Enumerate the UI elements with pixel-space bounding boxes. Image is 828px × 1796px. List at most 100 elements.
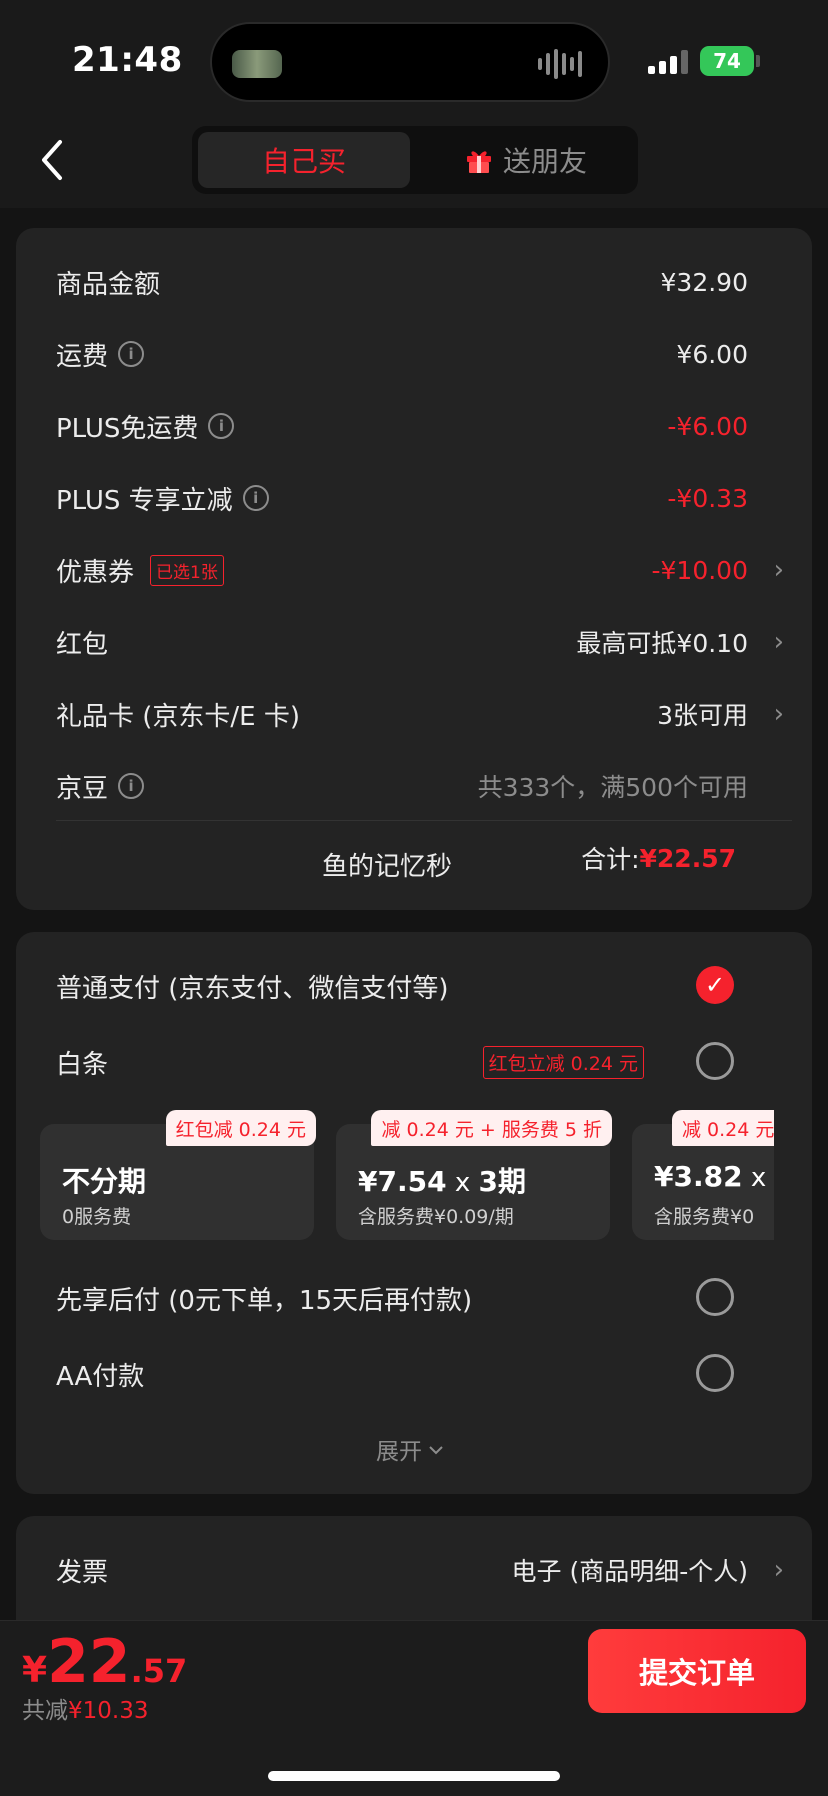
price-integer: 22: [47, 1627, 131, 1697]
pay-later-row[interactable]: 先享后付 (0元下单，15天后再付款): [56, 1278, 784, 1318]
battery-tip: [756, 55, 760, 67]
audio-wave-icon: [538, 48, 586, 80]
installment-plan-option[interactable]: 减 0.24 元 + 服务费 5 折 ¥7.54 x 3期 含服务费¥0.09/…: [336, 1110, 612, 1240]
red-packet-value: 最高可抵¥0.10: [576, 629, 748, 658]
price-currency: ¥: [22, 1650, 48, 1691]
shop-name: 鱼的记忆秒: [322, 852, 453, 882]
battery-icon: 74: [700, 46, 754, 76]
red-packet-label: 红包: [56, 629, 109, 660]
plan-title: ¥3.82 x: [654, 1160, 766, 1193]
invoice-row[interactable]: 发票 电子 (商品明细-个人) ›: [56, 1550, 784, 1590]
plus-discount-row: PLUS 专享立减 i -¥0.33: [56, 478, 784, 518]
final-price: ¥22.57: [22, 1627, 187, 1697]
info-icon[interactable]: i: [242, 485, 269, 511]
back-arrow-icon[interactable]: [40, 138, 80, 184]
gift-card-row[interactable]: 礼品卡 (京东卡/E 卡) 3张可用 ›: [56, 694, 784, 734]
plus-free-shipping-row: PLUS免运费 i -¥6.00: [56, 406, 784, 446]
divider: [56, 820, 792, 821]
plan-amount: ¥7.54: [358, 1165, 447, 1198]
dynamic-island: [210, 22, 610, 102]
coupon-value: -¥10.00: [651, 555, 749, 585]
expand-label: 展开: [376, 1439, 422, 1465]
plan-multiplier: x: [742, 1163, 767, 1193]
checkmark-icon[interactable]: ✓: [696, 966, 734, 1004]
plan-title: ¥7.54 x 3期: [358, 1160, 526, 1200]
shipping-label: 运费: [56, 341, 109, 372]
home-indicator[interactable]: [268, 1771, 560, 1781]
purchase-mode-switch: 自己买 送朋友: [192, 126, 638, 194]
price-decimal: .57: [130, 1652, 188, 1690]
red-packet-row[interactable]: 红包 最高可抵¥0.10 ›: [56, 622, 784, 662]
plus-discount-value: -¥0.33: [667, 483, 748, 513]
plus-free-shipping-value: -¥6.00: [667, 411, 748, 441]
top-nav: 自己买 送朋友: [0, 118, 828, 208]
total-label: 合计:: [581, 845, 640, 874]
checkout-bar: ¥22.57 共减¥10.33 提交订单: [0, 1620, 828, 1796]
chevron-right-icon: ›: [773, 699, 784, 729]
total-saved: 共减¥10.33: [22, 1691, 148, 1725]
submit-order-button[interactable]: 提交订单: [588, 1629, 806, 1713]
installment-plan-list[interactable]: 红包减 0.24 元 不分期 0服务费 减 0.24 元 + 服务费 5 折 ¥…: [40, 1106, 774, 1240]
chevron-right-icon: ›: [773, 627, 784, 657]
plan-fee: 含服务费¥0: [654, 1206, 755, 1228]
status-bar: 21:48 74: [0, 0, 828, 118]
coupon-selected-tag: 已选1张: [150, 554, 224, 586]
pay-later-radio[interactable]: [696, 1278, 734, 1316]
plan-promo-badge: 减 0.24 元 + 服务费 5 折: [371, 1110, 612, 1146]
signal-icon: [648, 50, 688, 74]
installment-plan-option[interactable]: 减 0.24 元 ¥3.82 x 含服务费¥0: [632, 1110, 774, 1240]
tab-buy-for-self[interactable]: 自己买: [198, 132, 410, 188]
goods-amount-value: ¥32.90: [660, 267, 748, 297]
aa-payment-label: AA付款: [56, 1361, 145, 1392]
plus-discount-label: PLUS 专享立减: [56, 485, 233, 516]
info-icon[interactable]: i: [118, 773, 145, 799]
plan-title: 不分期: [62, 1165, 147, 1198]
invoice-label: 发票: [56, 1557, 109, 1588]
coupon-row[interactable]: 优惠券 已选1张 -¥10.00 ›: [56, 550, 784, 590]
baitiao-radio[interactable]: [696, 1042, 734, 1080]
jd-beans-row: 京豆 i 共333个，满500个可用: [56, 766, 784, 806]
goods-amount-label: 商品金额: [56, 269, 161, 300]
aa-payment-radio[interactable]: [696, 1354, 734, 1392]
aa-payment-row[interactable]: AA付款: [56, 1354, 784, 1394]
normal-payment-row[interactable]: 普通支付 (京东支付、微信支付等): [56, 966, 784, 1006]
total-value: ¥22.57: [639, 843, 736, 873]
shipping-row: 运费 i ¥6.00: [56, 334, 784, 374]
total-row: 合计: ¥22.57: [581, 840, 736, 876]
battery-level: 74: [713, 49, 741, 73]
normal-payment-label: 普通支付 (京东支付、微信支付等): [56, 973, 449, 1004]
gift-card-label: 礼品卡 (京东卡/E 卡): [56, 701, 301, 732]
coupon-label: 优惠券: [56, 557, 135, 588]
plan-fee: 0服务费: [62, 1206, 132, 1228]
plus-free-shipping-label: PLUS免运费: [56, 413, 199, 444]
info-icon[interactable]: i: [208, 413, 235, 439]
installment-plan-option[interactable]: 红包减 0.24 元 不分期 0服务费: [40, 1110, 316, 1240]
shipping-value: ¥6.00: [676, 339, 748, 369]
gift-icon: [465, 146, 493, 174]
saved-label: 共减: [22, 1698, 68, 1724]
jd-beans-value: 共333个，满500个可用: [477, 773, 748, 802]
tab-send-to-friend[interactable]: 送朋友: [420, 132, 632, 188]
expand-button[interactable]: 展开: [376, 1432, 444, 1466]
now-playing-thumbnail: [232, 50, 282, 78]
price-summary-card: 商品金额 ¥32.90 运费 i ¥6.00 PLUS免运费 i -¥6.00 PL…: [16, 228, 812, 910]
info-icon[interactable]: i: [118, 341, 145, 367]
pay-later-label: 先享后付 (0元下单，15天后再付款): [56, 1285, 473, 1316]
plan-promo-badge: 红包减 0.24 元: [165, 1110, 316, 1146]
saved-value: ¥10.33: [68, 1698, 149, 1724]
chevron-down-icon: [428, 1436, 444, 1462]
invoice-value: 电子 (商品明细-个人): [511, 1557, 748, 1586]
status-time: 21:48: [72, 40, 183, 80]
baitiao-row[interactable]: 白条 红包立减 0.24 元: [56, 1042, 784, 1082]
plan-fee: 含服务费¥0.09/期: [358, 1206, 514, 1228]
chevron-right-icon: ›: [773, 555, 784, 585]
gift-card-value: 3张可用: [657, 701, 748, 730]
goods-amount-row: 商品金额 ¥32.90: [56, 262, 784, 302]
tab-send-to-friend-label: 送朋友: [502, 145, 587, 178]
plan-amount: ¥3.82: [654, 1160, 743, 1193]
chevron-right-icon: ›: [773, 1555, 784, 1585]
baitiao-label: 白条: [56, 1049, 109, 1080]
plan-promo-badge: 减 0.24 元: [672, 1110, 774, 1146]
jd-beans-label: 京豆: [56, 773, 109, 804]
plan-multiplier: x: [446, 1168, 479, 1198]
